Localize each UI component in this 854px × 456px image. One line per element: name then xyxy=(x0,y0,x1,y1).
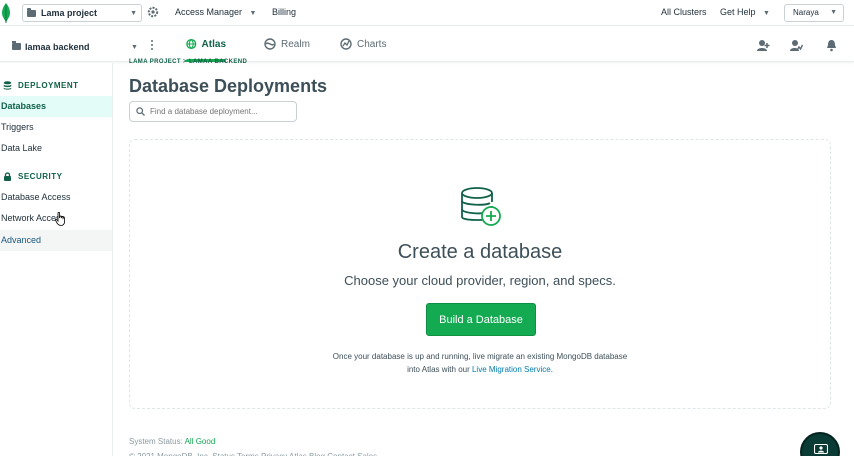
sidebar-item-databases[interactable]: Databases xyxy=(0,96,112,117)
billing-link[interactable]: Billing xyxy=(272,7,296,17)
chevron-down-icon: ▼ xyxy=(249,10,257,17)
sidebar-item-database-access[interactable]: Database Access xyxy=(0,187,112,208)
security-section-title: SECURITY xyxy=(18,172,63,181)
charts-icon xyxy=(340,38,352,50)
chevron-down-icon: ▼ xyxy=(763,10,770,17)
sidebar-item-data-lake[interactable]: Data Lake xyxy=(0,138,112,159)
tab-charts-label: Charts xyxy=(357,38,387,50)
bell-icon[interactable] xyxy=(825,39,838,52)
project-name: Lama project xyxy=(41,8,98,18)
empty-state-subtitle: Choose your cloud provider, region, and … xyxy=(344,273,616,288)
sidebar-item-advanced[interactable]: Advanced xyxy=(0,230,112,251)
tab-charts[interactable]: Charts xyxy=(340,26,386,62)
tab-realm[interactable]: Realm xyxy=(264,26,310,62)
get-help-menu[interactable]: Get Help ▼ xyxy=(720,7,770,17)
migration-note-suffix: . xyxy=(550,365,553,374)
system-status-label: System Status: xyxy=(129,437,185,446)
search-box[interactable] xyxy=(129,101,297,122)
access-manager-label: Access Manager xyxy=(175,7,243,17)
org-name: lamaa backend xyxy=(25,42,90,52)
product-nav-bar: lamaa backend ▼ Atlas Realm Charts xyxy=(0,26,854,62)
search-input[interactable] xyxy=(150,107,290,116)
system-status-value[interactable]: All Good xyxy=(185,437,216,446)
database-add-icon xyxy=(461,187,501,226)
migration-note-line1: Once your database is up and running, li… xyxy=(332,352,628,361)
build-database-button[interactable]: Build a Database xyxy=(426,303,536,336)
sidebar: DEPLOYMENT Databases Triggers Data Lake … xyxy=(0,63,113,456)
tab-atlas[interactable]: Atlas xyxy=(186,26,226,62)
security-section-header: SECURITY xyxy=(0,172,62,181)
gear-icon[interactable] xyxy=(147,6,159,18)
project-selector[interactable]: Lama project ▼ xyxy=(22,4,142,22)
migration-note: Once your database is up and running, li… xyxy=(130,350,830,376)
tab-realm-label: Realm xyxy=(281,38,310,50)
get-help-label: Get Help xyxy=(720,7,756,17)
atlas-icon xyxy=(186,38,197,50)
folder-icon xyxy=(27,7,36,17)
search-icon xyxy=(136,107,145,116)
database-stack-icon xyxy=(3,81,12,90)
page-title: Database Deployments xyxy=(129,76,328,96)
activity-icon[interactable] xyxy=(790,39,803,52)
top-bar: Lama project ▼ Access Manager ▼ Billing … xyxy=(0,0,854,26)
breadcrumb[interactable]: LAMA PROJECT > LAMAA BACKEND xyxy=(129,59,247,65)
deployment-section-header: DEPLOYMENT xyxy=(0,81,79,90)
more-options-icon[interactable] xyxy=(150,40,154,52)
all-clusters-link[interactable]: All Clusters xyxy=(661,7,707,17)
migration-note-prefix: into Atlas with our xyxy=(407,365,472,374)
lock-icon xyxy=(4,172,11,181)
chat-button[interactable] xyxy=(800,432,840,456)
realm-icon xyxy=(264,38,276,50)
footer: © 2021 MongoDB, Inc. Status Terms Privac… xyxy=(129,452,429,456)
sidebar-item-triggers[interactable]: Triggers xyxy=(0,117,112,138)
live-migration-link[interactable]: Live Migration Service xyxy=(472,365,551,374)
chevron-down-icon: ▼ xyxy=(830,9,837,16)
hand-cursor-icon xyxy=(55,212,65,226)
invite-user-icon[interactable] xyxy=(757,39,770,52)
chat-icon xyxy=(814,444,828,455)
user-menu[interactable]: Naraya ▼ xyxy=(784,4,844,22)
folder-icon xyxy=(12,41,21,50)
tab-atlas-label: Atlas xyxy=(201,38,226,50)
system-status: System Status: All Good xyxy=(129,437,215,446)
deployment-section-title: DEPLOYMENT xyxy=(18,81,79,90)
user-name: Naraya xyxy=(793,8,819,17)
mongodb-leaf-logo[interactable] xyxy=(0,2,12,24)
chevron-down-icon: ▼ xyxy=(130,9,137,17)
empty-state-card: Create a database Choose your cloud prov… xyxy=(129,139,831,409)
empty-state-title: Create a database xyxy=(397,241,563,263)
access-manager-menu[interactable]: Access Manager ▼ xyxy=(175,7,256,17)
chevron-down-icon: ▼ xyxy=(131,44,138,51)
